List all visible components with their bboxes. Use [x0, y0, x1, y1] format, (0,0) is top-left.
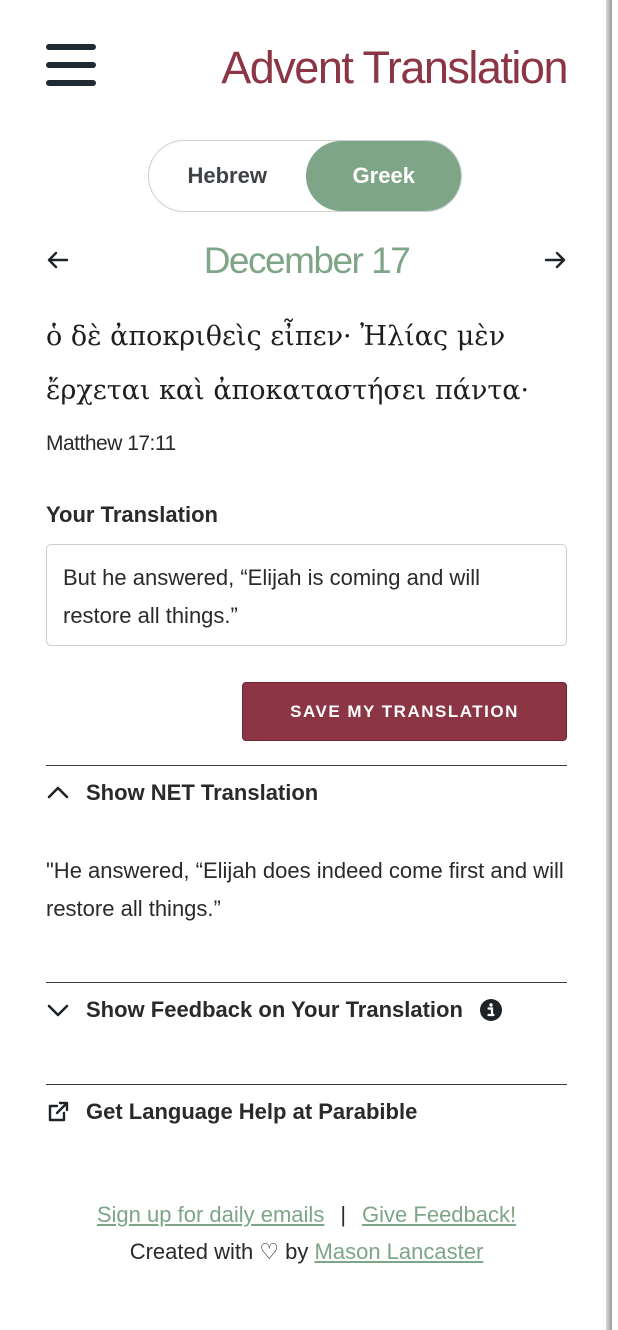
- footer-credit: Created with ♡ by Mason Lancaster: [46, 1233, 567, 1270]
- translation-input[interactable]: But he answered, “Elijah is coming and w…: [46, 544, 567, 646]
- translation-label: Your Translation: [46, 502, 218, 527]
- footer-links: Sign up for daily emails | Give Feedback!: [46, 1196, 567, 1233]
- external-link-icon: [48, 1101, 69, 1122]
- arrow-right-icon[interactable]: [543, 248, 567, 272]
- verse-text: ὁ δὲ ἀποκριθεὶς εἶπεν· Ἠλίας μὲν ἔρχεται…: [46, 310, 567, 418]
- page: Advent Translation Hebrew Greek December…: [0, 0, 612, 1330]
- menu-icon[interactable]: [46, 44, 96, 86]
- date-label: December 17: [203, 240, 411, 281]
- language-toggle: Hebrew Greek: [148, 140, 462, 212]
- info-icon[interactable]: [479, 998, 503, 1022]
- net-translation-text: "He answered, “Elijah does indeed come f…: [46, 858, 564, 921]
- divider-net: [46, 765, 567, 766]
- net-translation-label: Show NET Translation: [86, 780, 319, 805]
- author-link[interactable]: Mason Lancaster: [315, 1239, 484, 1264]
- header: Advent Translation: [46, 0, 568, 122]
- divider-help: [46, 1084, 567, 1085]
- feedback-toggle[interactable]: Show Feedback on Your Translation: [46, 990, 567, 1030]
- verse-line-1: ὁ δὲ ἀποκριθεὶς εἶπεν· Ἠλίας μὲν: [46, 321, 506, 352]
- window-edge: [606, 0, 612, 1330]
- created-with-text: Created with ♡ by: [129, 1239, 309, 1264]
- date-nav: December 17: [46, 238, 567, 286]
- save-translation-button[interactable]: SAVE MY TRANSLATION: [242, 682, 567, 741]
- divider-feedback: [46, 982, 567, 983]
- footer: Sign up for daily emails | Give Feedback! …: [46, 1196, 567, 1270]
- language-help-link[interactable]: Get Language Help at Parabible: [46, 1092, 567, 1132]
- toggle-greek[interactable]: Greek: [305, 141, 461, 211]
- chevron-down-icon: [47, 1004, 69, 1017]
- chevron-up-icon: [47, 786, 69, 799]
- main-content: Advent Translation Hebrew Greek December…: [46, 0, 568, 1264]
- toggle-hebrew[interactable]: Hebrew: [149, 141, 306, 211]
- language-help-label: Get Language Help at Parabible: [86, 1099, 418, 1124]
- verse-line-2: ἔρχεται καὶ ἀποκαταστήσει πάντα·: [46, 375, 530, 406]
- footer-separator: |: [340, 1202, 347, 1227]
- app-title: Advent Translation: [221, 42, 568, 93]
- signup-link[interactable]: Sign up for daily emails: [97, 1202, 324, 1227]
- feedback-label: Show Feedback on Your Translation: [86, 997, 463, 1022]
- net-translation-toggle[interactable]: Show NET Translation: [46, 773, 567, 813]
- give-feedback-link[interactable]: Give Feedback!: [362, 1202, 516, 1227]
- verse-reference: Matthew 17:11: [46, 432, 176, 455]
